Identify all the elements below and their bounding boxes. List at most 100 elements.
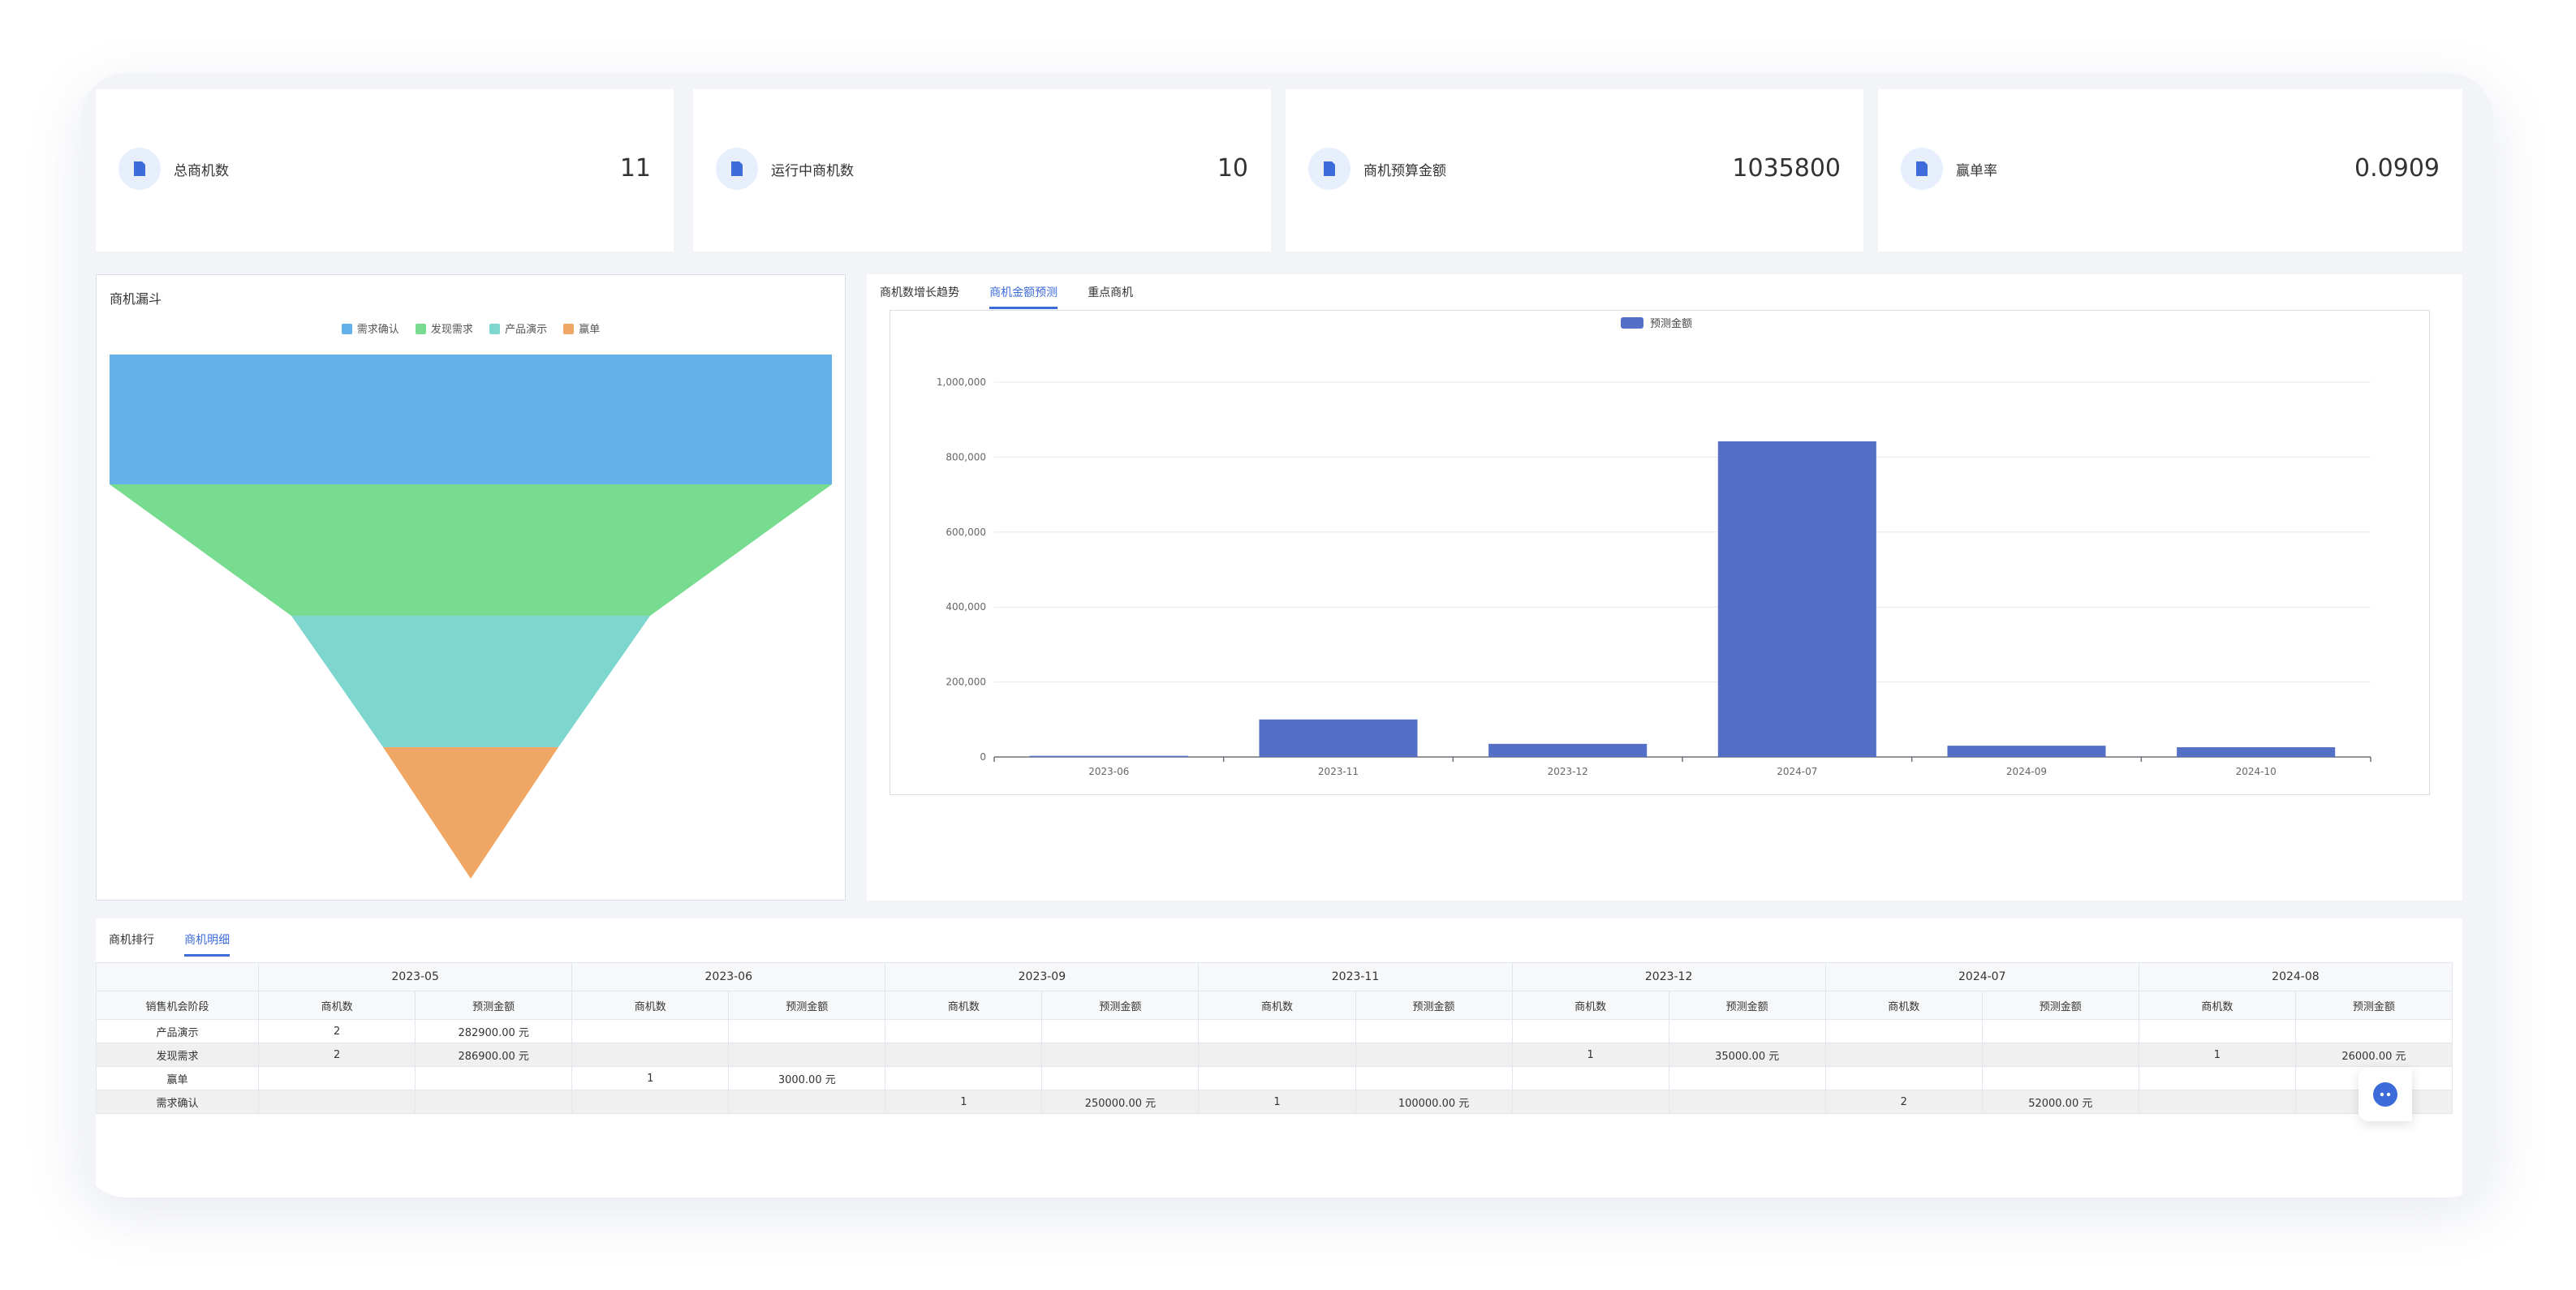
document-icon — [716, 148, 758, 190]
kpi-card-budget: 商机预算金额 1035800 — [1286, 89, 1863, 252]
table-cell — [1041, 1043, 1200, 1067]
table-cell: 52000.00 元 — [1981, 1090, 2139, 1114]
table-cell: 286900.00 元 — [415, 1043, 573, 1067]
y-tick-label: 800,000 — [946, 451, 986, 462]
table-corner — [95, 962, 260, 991]
count-column-header: 商机数 — [885, 991, 1043, 1020]
count-column-header: 商机数 — [571, 991, 730, 1020]
y-tick-label: 600,000 — [946, 527, 986, 538]
kpi-card-total: 总商机数 11 — [96, 89, 674, 252]
table-cell — [2138, 1019, 2296, 1043]
x-tick-label: 2024-09 — [2006, 766, 2047, 777]
bar-chart: 预测金额 0 200,000 400,000 600,000 800,000 1,000,0… — [937, 317, 2371, 777]
document-icon — [1308, 148, 1350, 190]
table-cell — [885, 1043, 1043, 1067]
kpi-value: 11 — [619, 154, 651, 183]
tab-details[interactable]: 商机明细 — [184, 931, 230, 957]
amount-column-header: 预测金额 — [1355, 991, 1513, 1020]
table-cell — [728, 1090, 886, 1114]
chat-assistant-button[interactable] — [2358, 1068, 2412, 1121]
table-row: 赢单 1 3000.00 元 — [95, 1066, 2453, 1090]
table-cell — [1511, 1066, 1669, 1090]
count-column-header: 商机数 — [1824, 991, 1983, 1020]
table-cell: 3000.00 元 — [728, 1066, 886, 1090]
x-tick-label: 2023-11 — [1318, 766, 1359, 777]
chart-tabs: 商机数增长趋势 商机金额预测 重点商机 — [880, 284, 1159, 312]
table-cell — [1198, 1043, 1356, 1067]
period-header: 2023-06 — [571, 962, 886, 991]
table-cell — [1198, 1019, 1356, 1043]
funnel-panel: 商机漏斗 需求确认 发现需求 产品演示 赢单 — [96, 274, 846, 901]
table-cell — [885, 1066, 1043, 1090]
kpi-card-running: 运行中商机数 10 — [693, 89, 1271, 252]
stage-cell: 需求确认 — [95, 1090, 260, 1114]
table-cell: 282900.00 元 — [415, 1019, 573, 1043]
y-tick-label: 200,000 — [946, 677, 986, 688]
period-header: 2024-07 — [1824, 962, 2139, 991]
document-icon — [118, 148, 161, 190]
table-cell — [571, 1090, 730, 1114]
bar[interactable] — [1029, 755, 1188, 757]
period-header: 2023-12 — [1511, 962, 1826, 991]
tab-key-opportunities[interactable]: 重点商机 — [1088, 284, 1133, 307]
app-frame: 总商机数 11 运行中商机数 10 商机预算金额 1035800 赢单率 0.0… — [81, 73, 2493, 1198]
period-header: 2023-09 — [885, 962, 1200, 991]
table-cell: 1 — [571, 1066, 730, 1090]
table-row: 需求确认 1 250000.00 元 1 100000.00 元 2 52000.00 元 — [95, 1090, 2453, 1114]
x-tick-label: 2023-06 — [1088, 766, 1129, 777]
table-cell: 26000.00 元 — [2294, 1043, 2453, 1067]
table-cell — [2138, 1066, 2296, 1090]
period-header: 2023-05 — [258, 962, 573, 991]
tab-growth-trend[interactable]: 商机数增长趋势 — [880, 284, 959, 307]
funnel-chart — [110, 355, 832, 879]
bar[interactable] — [1947, 746, 2106, 757]
chat-bot-icon — [2373, 1082, 2397, 1107]
table-cell — [415, 1066, 573, 1090]
bar[interactable] — [1488, 743, 1648, 757]
funnel-segment-discover-need[interactable] — [110, 484, 832, 616]
y-tick-label: 400,000 — [946, 601, 986, 613]
funnel-segment-won[interactable] — [383, 747, 558, 879]
bar[interactable] — [1717, 441, 1876, 757]
table-cell — [1824, 1043, 1983, 1067]
table-cell — [415, 1090, 573, 1114]
table-cell — [1511, 1090, 1669, 1114]
table-cell — [2138, 1090, 2296, 1114]
stage-cell: 赢单 — [95, 1066, 260, 1090]
count-column-header: 商机数 — [258, 991, 416, 1020]
table-cell: 2 — [258, 1019, 416, 1043]
table-cell — [1981, 1043, 2139, 1067]
amount-column-header: 预测金额 — [1041, 991, 1200, 1020]
table-cell — [1041, 1066, 1200, 1090]
amount-column-header: 预测金额 — [1668, 991, 1826, 1020]
table-cell — [1511, 1019, 1669, 1043]
stage-cell: 发现需求 — [95, 1043, 260, 1067]
table-cell — [1355, 1019, 1513, 1043]
period-header: 2024-08 — [2138, 962, 2453, 991]
y-tick-label: 1,000,000 — [937, 376, 986, 388]
table-cell: 250000.00 元 — [1041, 1090, 1200, 1114]
bar[interactable] — [2177, 746, 2336, 757]
x-tick-label: 2024-10 — [2236, 766, 2277, 777]
y-tick-label: 0 — [980, 751, 986, 763]
table-cell — [1668, 1090, 1826, 1114]
table-cell: 1 — [885, 1090, 1043, 1114]
bar-chart-box: 预测金额 0 200,000 400,000 600,000 800,000 1,000,0… — [890, 310, 2430, 795]
funnel-segment-need-confirm[interactable] — [110, 355, 832, 484]
table-cell — [1824, 1066, 1983, 1090]
dashboard: 总商机数 11 运行中商机数 10 商机预算金额 1035800 赢单率 0.0… — [95, 89, 2479, 1198]
count-column-header: 商机数 — [1511, 991, 1669, 1020]
table-cell — [1355, 1043, 1513, 1067]
detail-table: 2023-05 2023-06 2023-09 2023-11 2023-12 2024-… — [95, 962, 2453, 1114]
count-column-header: 商机数 — [1198, 991, 1356, 1020]
forecast-panel: 商机数增长趋势 商机金额预测 重点商机 预测金额 0 200,000 400,000 6… — [867, 274, 2462, 901]
table-cell — [1198, 1066, 1356, 1090]
tab-ranking[interactable]: 商机排行 — [109, 931, 154, 954]
bar[interactable] — [1259, 719, 1418, 757]
document-icon — [1901, 148, 1943, 190]
kpi-value: 0.0909 — [2354, 154, 2440, 183]
amount-column-header: 预测金额 — [728, 991, 886, 1020]
kpi-label: 总商机数 — [174, 163, 229, 179]
funnel-segment-product-demo[interactable] — [291, 616, 650, 747]
tab-amount-forecast[interactable]: 商机金额预测 — [989, 284, 1058, 309]
